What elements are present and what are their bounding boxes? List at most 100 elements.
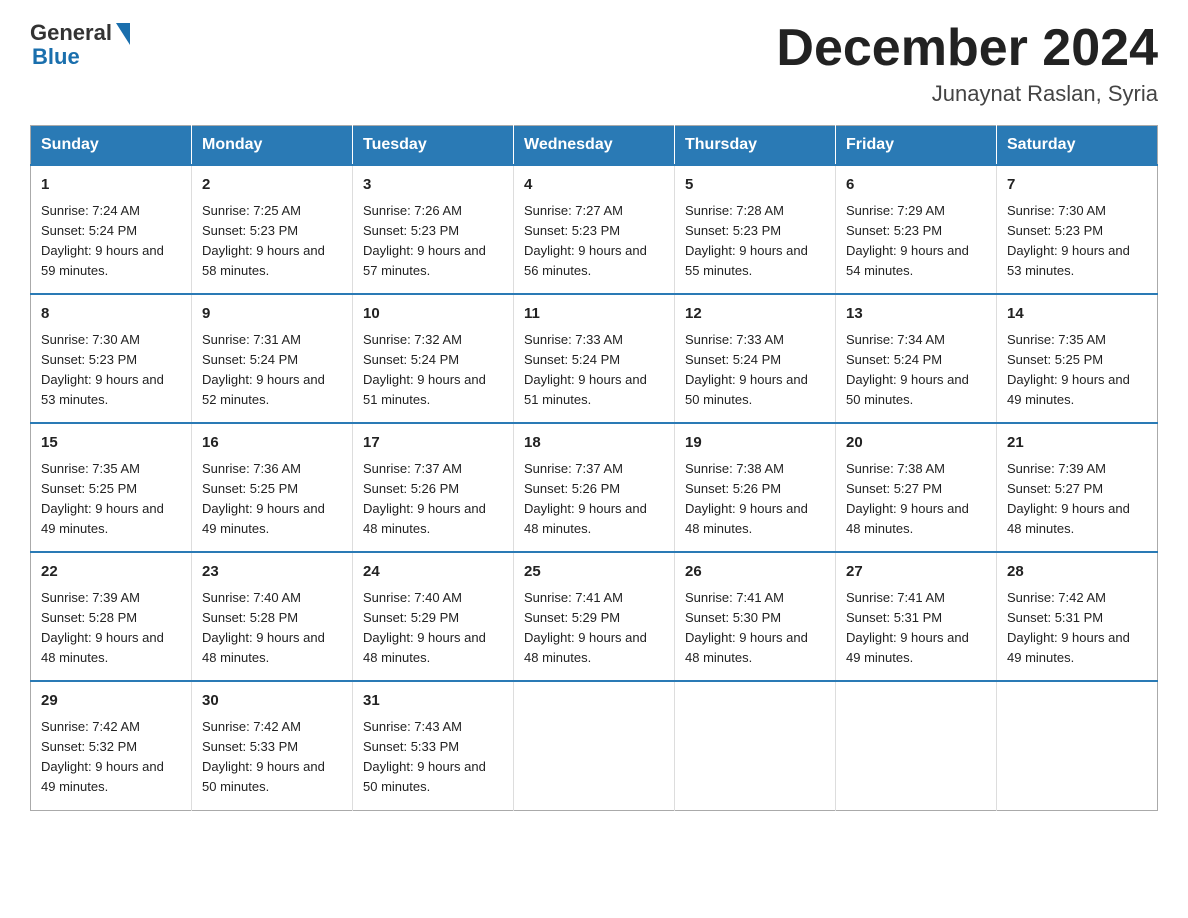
day-info: Sunrise: 7:40 AM Sunset: 5:29 PM Dayligh… <box>363 588 503 669</box>
day-number: 7 <box>1007 174 1147 197</box>
title-block: December 2024 Junaynat Raslan, Syria <box>776 20 1158 107</box>
calendar-week-row: 8 Sunrise: 7:30 AM Sunset: 5:23 PM Dayli… <box>31 294 1158 423</box>
day-number: 15 <box>41 432 181 455</box>
table-row: 11 Sunrise: 7:33 AM Sunset: 5:24 PM Dayl… <box>514 294 675 423</box>
day-info: Sunrise: 7:33 AM Sunset: 5:24 PM Dayligh… <box>685 330 825 411</box>
day-info: Sunrise: 7:39 AM Sunset: 5:28 PM Dayligh… <box>41 588 181 669</box>
day-info: Sunrise: 7:41 AM Sunset: 5:31 PM Dayligh… <box>846 588 986 669</box>
day-info: Sunrise: 7:39 AM Sunset: 5:27 PM Dayligh… <box>1007 459 1147 540</box>
calendar-week-row: 22 Sunrise: 7:39 AM Sunset: 5:28 PM Dayl… <box>31 552 1158 681</box>
day-info: Sunrise: 7:34 AM Sunset: 5:24 PM Dayligh… <box>846 330 986 411</box>
day-number: 4 <box>524 174 664 197</box>
table-row: 30 Sunrise: 7:42 AM Sunset: 5:33 PM Dayl… <box>192 681 353 810</box>
table-row: 4 Sunrise: 7:27 AM Sunset: 5:23 PM Dayli… <box>514 165 675 294</box>
day-info: Sunrise: 7:40 AM Sunset: 5:28 PM Dayligh… <box>202 588 342 669</box>
day-number: 18 <box>524 432 664 455</box>
day-info: Sunrise: 7:26 AM Sunset: 5:23 PM Dayligh… <box>363 201 503 282</box>
logo: General Blue <box>30 20 130 70</box>
day-info: Sunrise: 7:42 AM Sunset: 5:32 PM Dayligh… <box>41 717 181 798</box>
table-row: 3 Sunrise: 7:26 AM Sunset: 5:23 PM Dayli… <box>353 165 514 294</box>
day-info: Sunrise: 7:43 AM Sunset: 5:33 PM Dayligh… <box>363 717 503 798</box>
day-info: Sunrise: 7:31 AM Sunset: 5:24 PM Dayligh… <box>202 330 342 411</box>
day-info: Sunrise: 7:42 AM Sunset: 5:33 PM Dayligh… <box>202 717 342 798</box>
table-row: 10 Sunrise: 7:32 AM Sunset: 5:24 PM Dayl… <box>353 294 514 423</box>
logo-general-text: General <box>30 20 112 46</box>
table-row: 5 Sunrise: 7:28 AM Sunset: 5:23 PM Dayli… <box>675 165 836 294</box>
day-number: 17 <box>363 432 503 455</box>
table-row: 23 Sunrise: 7:40 AM Sunset: 5:28 PM Dayl… <box>192 552 353 681</box>
col-sunday: Sunday <box>31 126 192 166</box>
col-tuesday: Tuesday <box>353 126 514 166</box>
day-number: 1 <box>41 174 181 197</box>
day-number: 31 <box>363 690 503 713</box>
table-row: 21 Sunrise: 7:39 AM Sunset: 5:27 PM Dayl… <box>997 423 1158 552</box>
day-number: 12 <box>685 303 825 326</box>
table-row <box>997 681 1158 810</box>
logo-blue-text: Blue <box>30 44 80 70</box>
day-number: 8 <box>41 303 181 326</box>
col-monday: Monday <box>192 126 353 166</box>
table-row <box>514 681 675 810</box>
table-row: 22 Sunrise: 7:39 AM Sunset: 5:28 PM Dayl… <box>31 552 192 681</box>
table-row: 12 Sunrise: 7:33 AM Sunset: 5:24 PM Dayl… <box>675 294 836 423</box>
day-number: 21 <box>1007 432 1147 455</box>
table-row: 13 Sunrise: 7:34 AM Sunset: 5:24 PM Dayl… <box>836 294 997 423</box>
table-row: 1 Sunrise: 7:24 AM Sunset: 5:24 PM Dayli… <box>31 165 192 294</box>
day-number: 20 <box>846 432 986 455</box>
day-number: 3 <box>363 174 503 197</box>
day-info: Sunrise: 7:32 AM Sunset: 5:24 PM Dayligh… <box>363 330 503 411</box>
day-info: Sunrise: 7:30 AM Sunset: 5:23 PM Dayligh… <box>41 330 181 411</box>
calendar-table: Sunday Monday Tuesday Wednesday Thursday… <box>30 125 1158 810</box>
table-row: 28 Sunrise: 7:42 AM Sunset: 5:31 PM Dayl… <box>997 552 1158 681</box>
day-info: Sunrise: 7:35 AM Sunset: 5:25 PM Dayligh… <box>1007 330 1147 411</box>
day-number: 23 <box>202 561 342 584</box>
day-number: 13 <box>846 303 986 326</box>
day-number: 27 <box>846 561 986 584</box>
table-row: 29 Sunrise: 7:42 AM Sunset: 5:32 PM Dayl… <box>31 681 192 810</box>
table-row: 8 Sunrise: 7:30 AM Sunset: 5:23 PM Dayli… <box>31 294 192 423</box>
col-saturday: Saturday <box>997 126 1158 166</box>
table-row: 26 Sunrise: 7:41 AM Sunset: 5:30 PM Dayl… <box>675 552 836 681</box>
table-row: 19 Sunrise: 7:38 AM Sunset: 5:26 PM Dayl… <box>675 423 836 552</box>
day-number: 25 <box>524 561 664 584</box>
table-row: 9 Sunrise: 7:31 AM Sunset: 5:24 PM Dayli… <box>192 294 353 423</box>
table-row <box>675 681 836 810</box>
day-info: Sunrise: 7:27 AM Sunset: 5:23 PM Dayligh… <box>524 201 664 282</box>
logo-arrow-icon <box>116 23 130 45</box>
table-row <box>836 681 997 810</box>
day-number: 26 <box>685 561 825 584</box>
day-number: 30 <box>202 690 342 713</box>
table-row: 20 Sunrise: 7:38 AM Sunset: 5:27 PM Dayl… <box>836 423 997 552</box>
table-row: 14 Sunrise: 7:35 AM Sunset: 5:25 PM Dayl… <box>997 294 1158 423</box>
day-number: 10 <box>363 303 503 326</box>
day-number: 9 <box>202 303 342 326</box>
table-row: 31 Sunrise: 7:43 AM Sunset: 5:33 PM Dayl… <box>353 681 514 810</box>
day-number: 24 <box>363 561 503 584</box>
table-row: 2 Sunrise: 7:25 AM Sunset: 5:23 PM Dayli… <box>192 165 353 294</box>
day-info: Sunrise: 7:24 AM Sunset: 5:24 PM Dayligh… <box>41 201 181 282</box>
day-number: 5 <box>685 174 825 197</box>
day-info: Sunrise: 7:38 AM Sunset: 5:27 PM Dayligh… <box>846 459 986 540</box>
day-info: Sunrise: 7:35 AM Sunset: 5:25 PM Dayligh… <box>41 459 181 540</box>
col-thursday: Thursday <box>675 126 836 166</box>
page-header: General Blue December 2024 Junaynat Rasl… <box>30 20 1158 107</box>
day-info: Sunrise: 7:37 AM Sunset: 5:26 PM Dayligh… <box>363 459 503 540</box>
table-row: 7 Sunrise: 7:30 AM Sunset: 5:23 PM Dayli… <box>997 165 1158 294</box>
calendar-week-row: 1 Sunrise: 7:24 AM Sunset: 5:24 PM Dayli… <box>31 165 1158 294</box>
table-row: 15 Sunrise: 7:35 AM Sunset: 5:25 PM Dayl… <box>31 423 192 552</box>
day-number: 16 <box>202 432 342 455</box>
day-info: Sunrise: 7:29 AM Sunset: 5:23 PM Dayligh… <box>846 201 986 282</box>
table-row: 18 Sunrise: 7:37 AM Sunset: 5:26 PM Dayl… <box>514 423 675 552</box>
day-info: Sunrise: 7:41 AM Sunset: 5:29 PM Dayligh… <box>524 588 664 669</box>
page-subtitle: Junaynat Raslan, Syria <box>776 81 1158 107</box>
table-row: 6 Sunrise: 7:29 AM Sunset: 5:23 PM Dayli… <box>836 165 997 294</box>
day-number: 6 <box>846 174 986 197</box>
day-number: 2 <box>202 174 342 197</box>
day-info: Sunrise: 7:28 AM Sunset: 5:23 PM Dayligh… <box>685 201 825 282</box>
day-number: 14 <box>1007 303 1147 326</box>
calendar-header-row: Sunday Monday Tuesday Wednesday Thursday… <box>31 126 1158 166</box>
day-info: Sunrise: 7:38 AM Sunset: 5:26 PM Dayligh… <box>685 459 825 540</box>
day-info: Sunrise: 7:25 AM Sunset: 5:23 PM Dayligh… <box>202 201 342 282</box>
table-row: 27 Sunrise: 7:41 AM Sunset: 5:31 PM Dayl… <box>836 552 997 681</box>
day-info: Sunrise: 7:36 AM Sunset: 5:25 PM Dayligh… <box>202 459 342 540</box>
